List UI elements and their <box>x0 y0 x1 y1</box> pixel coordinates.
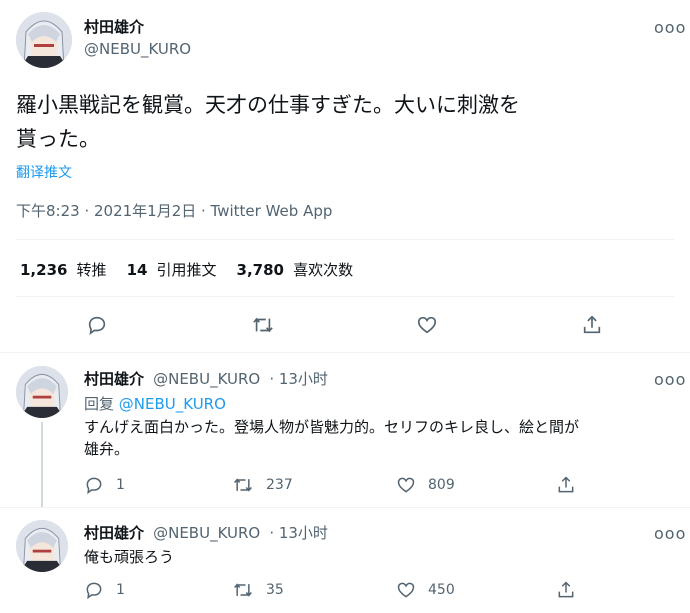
reply-to-handle[interactable]: @NEBU_KURO <box>119 395 226 413</box>
author-name[interactable]: 村田雄介 <box>84 524 144 542</box>
reply-button[interactable]: 1 <box>84 580 125 600</box>
avatar[interactable] <box>16 520 68 572</box>
like-icon <box>397 477 415 493</box>
retweets-count: 1,236 <box>20 261 68 279</box>
tweet-timestamp[interactable]: 下午8:23 · 2021年1月2日 · Twitter Web App <box>16 200 332 221</box>
reply-header: 村田雄介 @NEBU_KURO · 13小时 <box>84 522 328 543</box>
share-button[interactable] <box>581 314 603 336</box>
divider <box>16 239 674 240</box>
retweet-button[interactable] <box>251 314 275 336</box>
divider <box>0 352 690 353</box>
reply-header: 村田雄介 @NEBU_KURO · 13小时 <box>84 368 328 389</box>
tweet-text: 羅小黒戦記を観賞。天才の仕事すぎた。大いに刺激を 貰った。 <box>16 88 686 156</box>
author-handle[interactable]: @NEBU_KURO <box>153 370 260 388</box>
divider <box>16 296 674 297</box>
like-button[interactable]: 450 <box>396 580 455 600</box>
like-button[interactable]: 809 <box>396 475 455 495</box>
retweet-icon <box>234 478 252 492</box>
reply-text-line: すんげえ面白かった。登場人物が皆魅力的。セリフのキレ良し、絵と間が <box>84 418 580 436</box>
share-icon <box>558 476 574 493</box>
reply-text: すんげえ面白かった。登場人物が皆魅力的。セリフのキレ良し、絵と間が 雄弁。 <box>84 416 684 460</box>
retweets-label: 转推 <box>76 261 107 279</box>
more-icon[interactable]: ooo <box>654 370 686 389</box>
reply-to-label: 回复 <box>84 395 115 413</box>
quotes-label: 引用推文 <box>156 261 217 279</box>
reply-text: 俺も頑張ろう <box>84 546 174 568</box>
like-count: 450 <box>428 582 455 598</box>
retweet-count: 237 <box>266 477 293 493</box>
more-icon[interactable]: ooo <box>654 524 686 543</box>
tweet-text-line: 羅小黒戦記を観賞。天才の仕事すぎた。大いに刺激を <box>16 93 520 117</box>
retweet-icon <box>253 317 273 333</box>
reply-text-line: 雄弁。 <box>84 440 130 458</box>
reply-icon <box>86 477 102 495</box>
reply-button[interactable] <box>86 314 108 336</box>
quotes-count: 14 <box>126 261 148 279</box>
like-button[interactable] <box>416 314 438 336</box>
reply-count: 1 <box>116 477 125 493</box>
likes-stat[interactable]: 3,780 喜欢次数 <box>237 259 354 280</box>
avatar-image <box>16 366 68 418</box>
likes-label: 喜欢次数 <box>293 261 354 279</box>
like-icon <box>417 316 437 334</box>
share-button[interactable] <box>556 475 576 495</box>
retweet-icon <box>234 583 252 597</box>
author-handle[interactable]: @NEBU_KURO <box>84 40 191 58</box>
tweet-text-line: 貰った。 <box>16 127 100 151</box>
more-icon[interactable]: ooo <box>654 18 686 37</box>
translate-link[interactable]: 翻译推文 <box>16 162 72 182</box>
reply-text-line: 俺も頑張ろう <box>84 548 175 566</box>
avatar[interactable] <box>16 366 68 418</box>
reply-button[interactable]: 1 <box>84 475 125 495</box>
retweets-stat[interactable]: 1,236 转推 <box>20 259 107 280</box>
retweet-button[interactable]: 237 <box>232 475 293 495</box>
retweet-button[interactable]: 35 <box>232 580 284 600</box>
reply-time[interactable]: · 13小时 <box>269 370 328 388</box>
share-icon <box>558 581 574 598</box>
quotes-stat[interactable]: 14 引用推文 <box>127 259 217 280</box>
author-name[interactable]: 村田雄介 <box>84 370 144 388</box>
reply-time[interactable]: · 13小时 <box>269 524 328 542</box>
share-button[interactable] <box>556 580 576 600</box>
author-name[interactable]: 村田雄介 <box>84 16 144 37</box>
share-icon <box>583 315 601 334</box>
retweet-count: 35 <box>266 582 284 598</box>
reply-icon <box>86 582 102 600</box>
avatar-image <box>16 520 68 572</box>
divider <box>0 507 690 508</box>
likes-count: 3,780 <box>236 261 284 279</box>
reply-to: 回复 @NEBU_KURO <box>84 393 226 414</box>
reply-count: 1 <box>116 582 125 598</box>
thread-line <box>41 422 43 508</box>
tweet-stats: 1,236 转推 14 引用推文 3,780 喜欢次数 <box>20 259 353 280</box>
avatar[interactable] <box>16 12 72 68</box>
like-icon <box>397 582 415 598</box>
reply-icon <box>88 316 106 336</box>
author-handle[interactable]: @NEBU_KURO <box>153 524 260 542</box>
like-count: 809 <box>428 477 455 493</box>
avatar-image <box>16 12 72 68</box>
